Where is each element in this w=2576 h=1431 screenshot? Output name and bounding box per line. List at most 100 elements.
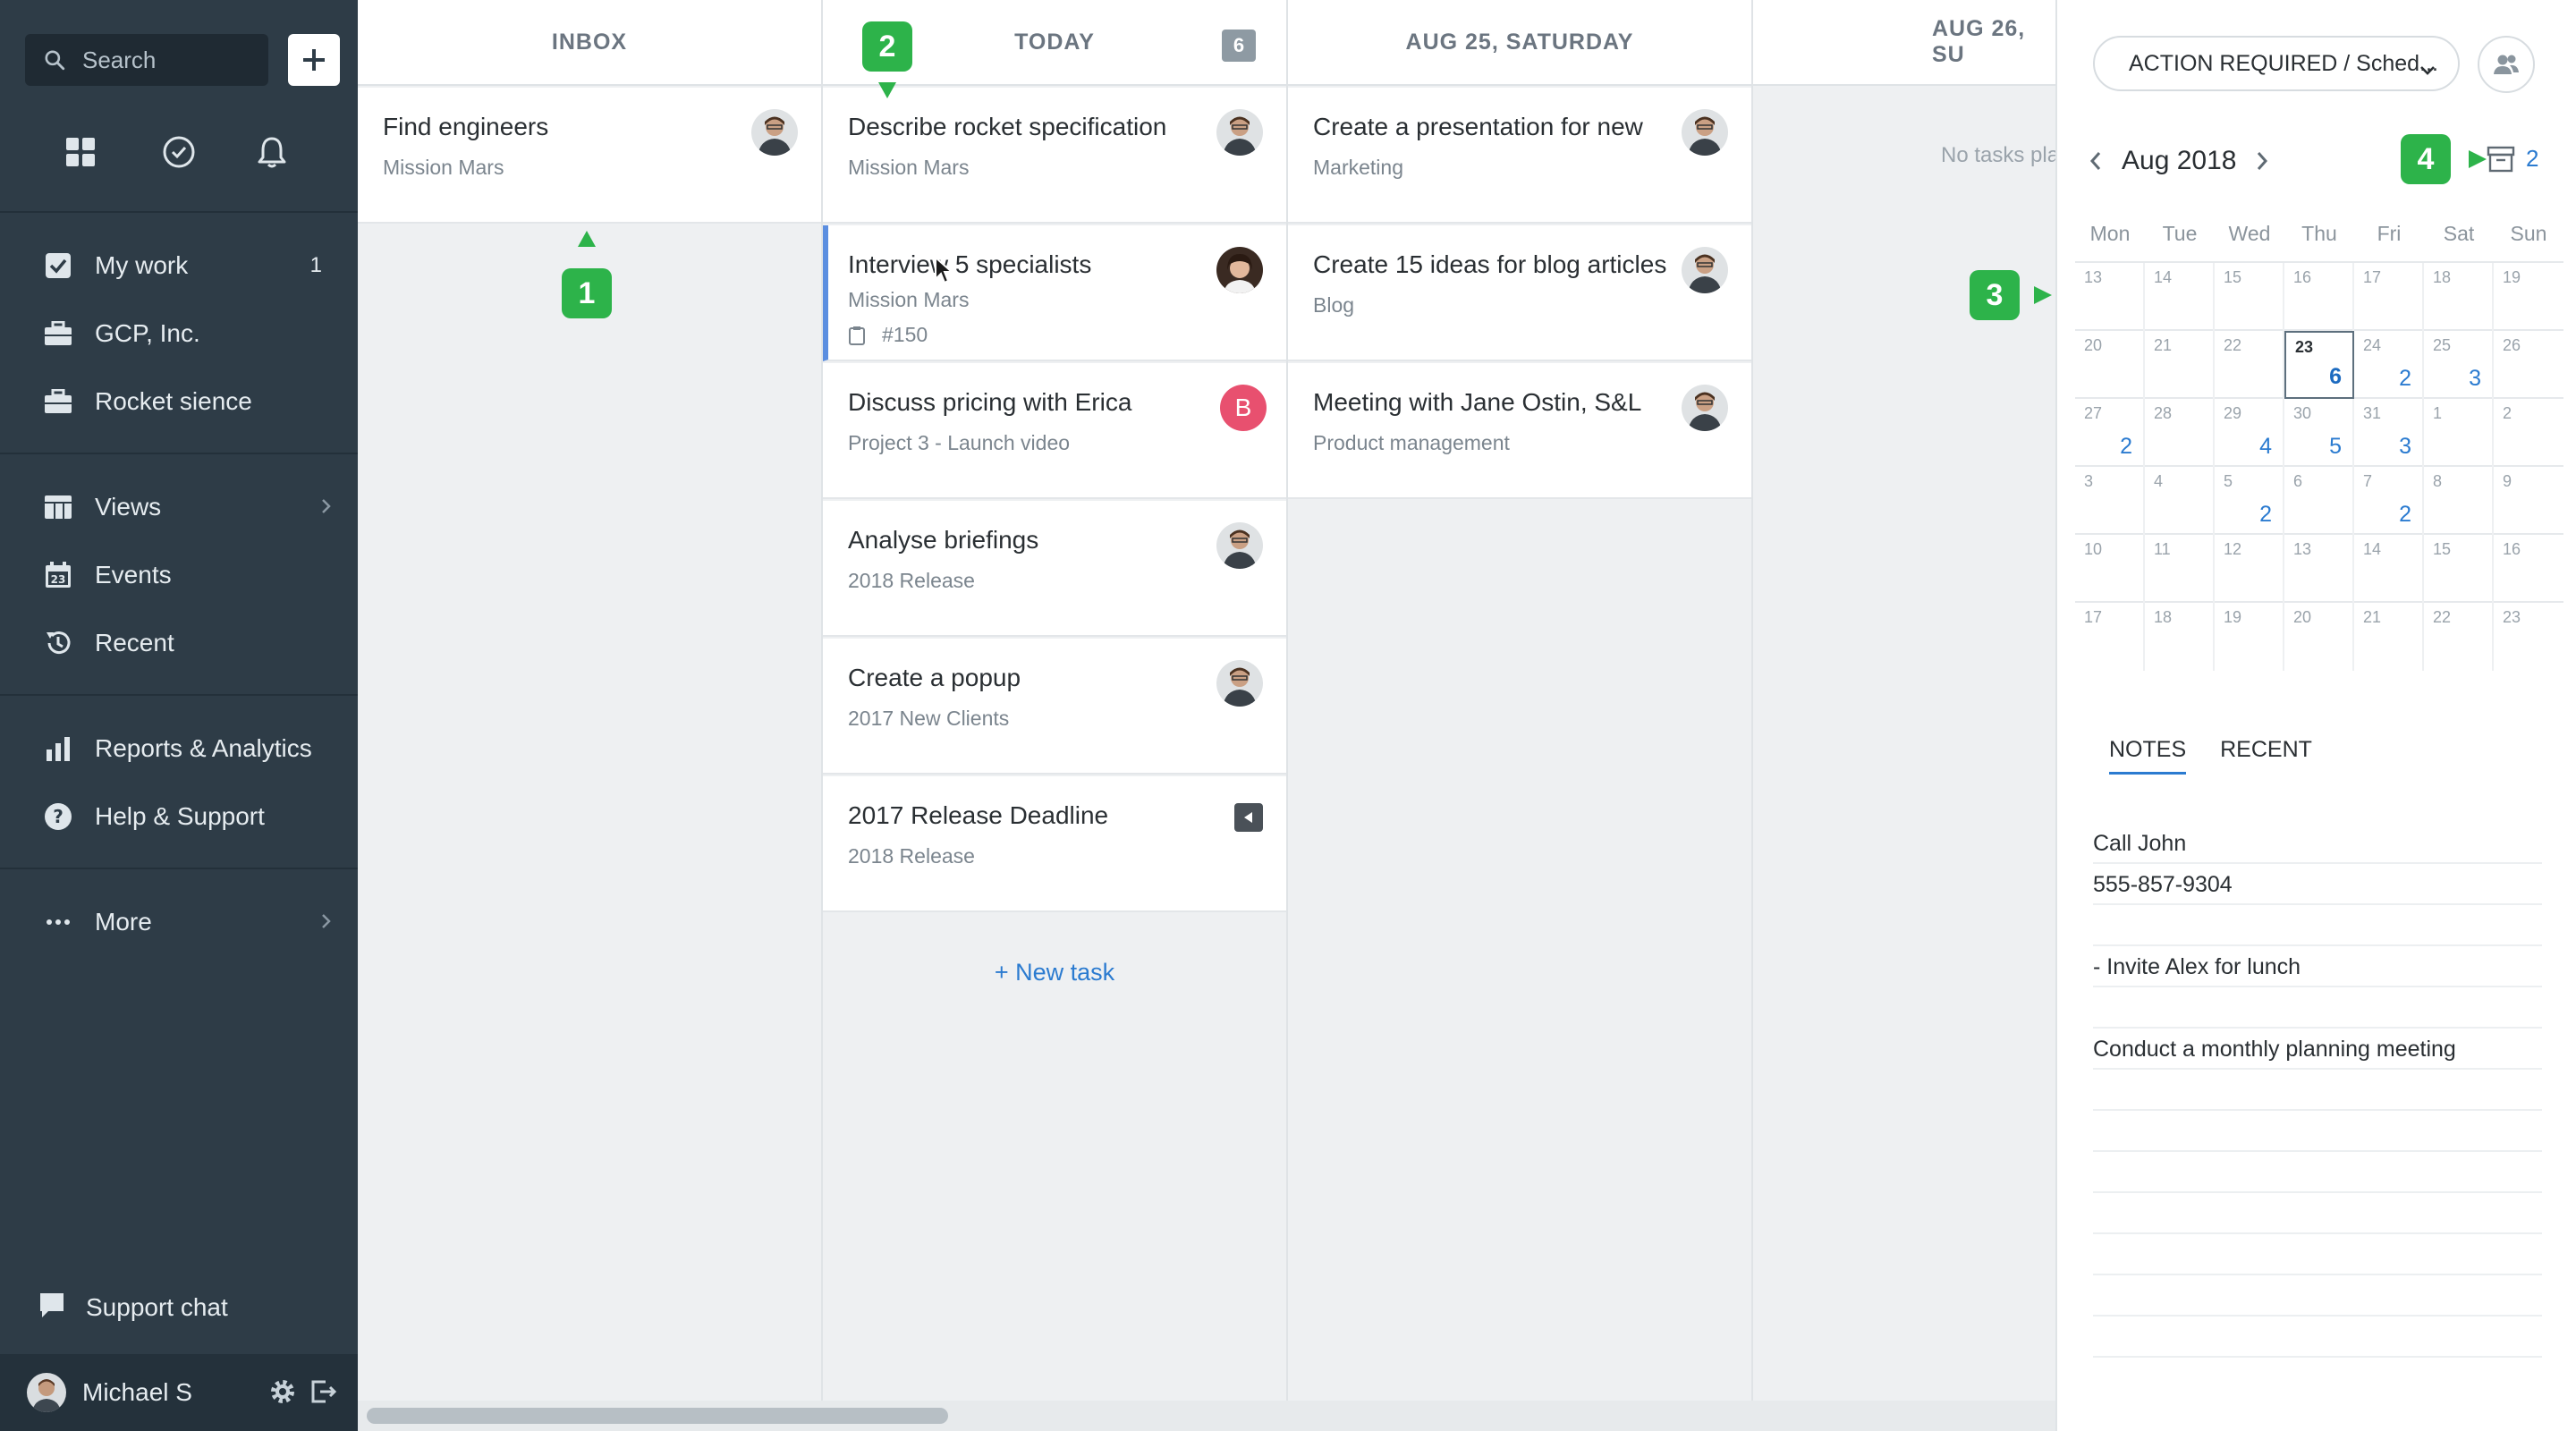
task-card[interactable]: Find engineers Mission Mars (358, 88, 821, 224)
calendar-day[interactable]: 20 (2075, 331, 2145, 399)
calendar-day[interactable]: 2 (2494, 399, 2563, 467)
calendar-day[interactable]: 20 (2284, 603, 2354, 671)
note-line[interactable]: 555-857-9304 (2093, 864, 2542, 905)
calendar-day[interactable]: 17 (2075, 603, 2145, 671)
people-button[interactable] (2478, 36, 2535, 93)
calendar-day[interactable]: 16 (2284, 263, 2354, 331)
sidebar-item-my-work[interactable]: My work 1 (0, 238, 358, 293)
sidebar-item-more[interactable]: More (0, 894, 358, 950)
calendar-day[interactable]: 27 2 (2075, 399, 2145, 467)
scrollbar-thumb[interactable] (367, 1408, 948, 1424)
calendar-day[interactable]: 22 (2424, 603, 2494, 671)
calendar-day[interactable]: 31 3 (2354, 399, 2424, 467)
calendar-day-today[interactable]: 23 6 (2284, 331, 2354, 399)
note-line[interactable]: - Invite Alex for lunch (2093, 946, 2542, 987)
my-work-count: 1 (309, 253, 322, 277)
tab-notes[interactable]: NOTES (2109, 737, 2187, 775)
chevron-left-icon[interactable] (2088, 149, 2104, 173)
task-card[interactable]: Create a popup 2017 New Clients (823, 639, 1286, 775)
calendar-day[interactable]: 16 (2494, 535, 2563, 603)
note-line[interactable]: Call John (2093, 823, 2542, 864)
calendar-day[interactable]: 17 (2354, 263, 2424, 331)
calendar-day[interactable]: 14 (2145, 263, 2215, 331)
sidebar-item-help[interactable]: ? Help & Support (0, 789, 358, 844)
calendar-day[interactable]: 11 (2145, 535, 2215, 603)
calendar-day-number: 6 (2293, 472, 2303, 490)
task-board: INBOX Find engineers Mission Mars TODAY … (358, 0, 2055, 1431)
calendar-day[interactable]: 19 (2215, 603, 2284, 671)
task-card[interactable]: Meeting with Jane Ostin, S&L Product man… (1288, 363, 1751, 499)
note-line[interactable] (2093, 1111, 2542, 1152)
gear-icon[interactable] (268, 1377, 297, 1412)
logout-icon[interactable] (309, 1377, 338, 1412)
calendar-day[interactable]: 15 (2215, 263, 2284, 331)
note-line[interactable] (2093, 1317, 2542, 1358)
calendar-day[interactable]: 23 (2494, 603, 2563, 671)
task-card[interactable]: 2017 Release Deadline 2018 Release (823, 776, 1286, 912)
task-card[interactable]: Describe rocket specification Mission Ma… (823, 88, 1286, 224)
create-button[interactable] (288, 34, 340, 86)
calendar-day[interactable]: 52 (2215, 467, 2284, 535)
sidebar-item-events[interactable]: 23 Events (0, 547, 358, 603)
sidebar-item-views[interactable]: Views (0, 479, 358, 535)
calendar-day[interactable]: 3 (2075, 467, 2145, 535)
new-task-button[interactable]: + New task (823, 959, 1286, 986)
chevron-right-icon[interactable] (2254, 149, 2270, 173)
column-title: INBOX (551, 29, 628, 55)
calendar-day[interactable]: 21 (2354, 603, 2424, 671)
sidebar-item-rocket-sience[interactable]: Rocket sience (0, 374, 358, 429)
calendar-day[interactable]: 8 (2424, 467, 2494, 535)
calendar-day[interactable]: 6 (2284, 467, 2354, 535)
note-line[interactable] (2093, 1070, 2542, 1111)
calendar-day[interactable]: 22 (2215, 331, 2284, 399)
calendar-day[interactable]: 13 (2075, 263, 2145, 331)
calendar-day[interactable]: 29 4 (2215, 399, 2284, 467)
notes-area[interactable]: Call John 555-857-9304 - Invite Alex for l… (2093, 823, 2542, 1358)
task-card[interactable]: Discuss pricing with Erica Project 3 - L… (823, 363, 1286, 499)
calendar-day[interactable]: 9 (2494, 467, 2563, 535)
task-card[interactable]: Analyse briefings 2018 Release (823, 501, 1286, 637)
calendar-day[interactable]: 26 (2494, 331, 2563, 399)
note-line[interactable] (2093, 1193, 2542, 1234)
calendar-day[interactable]: 14 (2354, 535, 2424, 603)
note-line[interactable] (2093, 1234, 2542, 1275)
calendar-day[interactable]: 13 (2284, 535, 2354, 603)
avatar[interactable] (27, 1373, 66, 1412)
task-card[interactable]: Create 15 ideas for blog articles Blog (1288, 225, 1751, 361)
filter-dropdown[interactable]: ACTION REQUIRED / Sched... (2093, 36, 2460, 91)
note-line[interactable]: Conduct a monthly planning meeting (2093, 1029, 2542, 1070)
sidebar-item-reports[interactable]: Reports & Analytics (0, 721, 358, 776)
calendar-day[interactable]: 18 (2145, 603, 2215, 671)
horizontal-scrollbar[interactable] (358, 1401, 2055, 1431)
note-line[interactable] (2093, 987, 2542, 1029)
note-line[interactable] (2093, 1275, 2542, 1317)
task-card[interactable]: Create a presentation for new Marketing (1288, 88, 1751, 224)
calendar-day[interactable]: 72 (2354, 467, 2424, 535)
support-chat-button[interactable]: Support chat (0, 1281, 358, 1334)
calendar-day[interactable]: 1 (2424, 399, 2494, 467)
calendar-day[interactable]: 30 5 (2284, 399, 2354, 467)
calendar-day[interactable]: 18 (2424, 263, 2494, 331)
sidebar-item-recent[interactable]: Recent (0, 615, 358, 671)
user-name[interactable]: Michael S (82, 1378, 192, 1407)
note-line[interactable] (2093, 1152, 2542, 1193)
calendar-day[interactable]: 25 3 (2424, 331, 2494, 399)
notifications-button[interactable] (245, 125, 299, 179)
task-card-selected[interactable]: Interview 5 specialists Mission Mars #15… (823, 225, 1286, 361)
calendar-day[interactable]: 4 (2145, 467, 2215, 535)
calendar-day[interactable]: 28 (2145, 399, 2215, 467)
sidebar-item-gcp[interactable]: GCP, Inc. (0, 306, 358, 361)
dashboard-button[interactable] (54, 125, 107, 179)
calendar-day[interactable]: 21 (2145, 331, 2215, 399)
calendar-day[interactable]: 24 2 (2354, 331, 2424, 399)
tab-recent[interactable]: RECENT (2220, 737, 2312, 775)
calendar-day[interactable]: 19 (2494, 263, 2563, 331)
calendar-day[interactable]: 10 (2075, 535, 2145, 603)
calendar-day[interactable]: 15 (2424, 535, 2494, 603)
archive-button[interactable]: 2 (2487, 145, 2538, 173)
search-box[interactable] (25, 34, 268, 86)
search-input[interactable] (82, 46, 252, 74)
timer-button[interactable] (152, 125, 206, 179)
note-line[interactable] (2093, 905, 2542, 946)
calendar-day[interactable]: 12 (2215, 535, 2284, 603)
